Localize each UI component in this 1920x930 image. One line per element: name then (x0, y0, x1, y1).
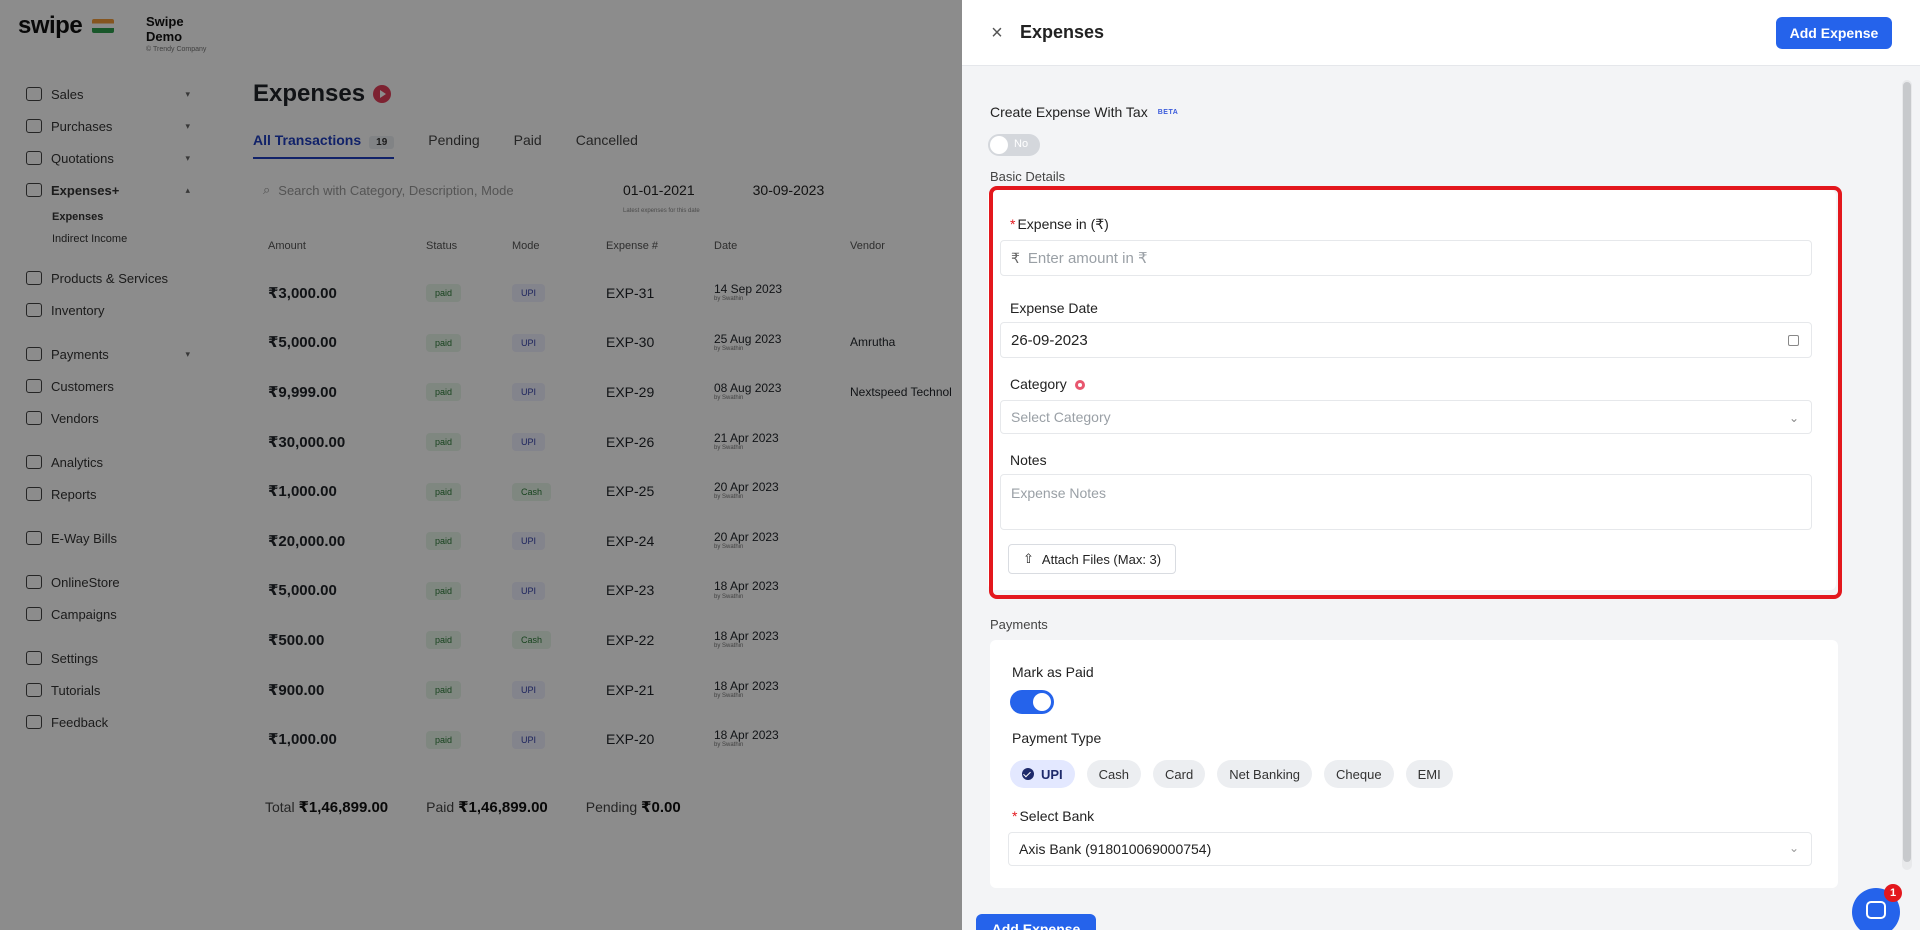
amount-placeholder: Enter amount in ₹ (1027, 250, 1148, 267)
expense-amount-input[interactable]: ₹ Enter amount in ₹ (1000, 240, 1812, 276)
payment-type-emi[interactable]: EMI (1405, 760, 1453, 788)
notes-textarea[interactable]: Expense Notes (1000, 474, 1812, 530)
bank-value: Axis Bank (918010069000754) (1019, 841, 1212, 857)
bank-select[interactable]: Axis Bank (918010069000754) ⌄ (1008, 832, 1812, 866)
footer-add-expense-button[interactable]: Add Expense (976, 914, 1096, 930)
payment-type-net-banking[interactable]: Net Banking (1217, 760, 1313, 788)
add-expense-drawer: × Expenses Add Expense Create Expense Wi… (962, 0, 1920, 930)
notification-badge: 1 (1884, 884, 1902, 902)
toggle-knob (1033, 693, 1051, 711)
rupee-icon: ₹ (1011, 249, 1020, 266)
chat-icon (1866, 901, 1886, 919)
chevron-down-icon: ⌄ (1788, 841, 1799, 855)
attach-files-button[interactable]: ⇧ Attach Files (Max: 3) (1008, 544, 1177, 574)
attach-files-label: Attach Files (Max: 3) (1041, 551, 1162, 567)
select-bank-label: * Select Bank (1012, 808, 1095, 824)
category-label: Category (1010, 376, 1085, 392)
scrollbar[interactable] (1902, 80, 1912, 870)
category-select[interactable]: Select Category ⌄ (1000, 400, 1812, 434)
payment-type-cash[interactable]: Cash (1086, 760, 1142, 788)
drawer-header: × Expenses Add Expense (962, 0, 1920, 66)
basic-details-heading: Basic Details (990, 169, 1066, 184)
payments-heading: Payments (990, 617, 1048, 632)
category-info-icon[interactable] (1074, 380, 1085, 391)
drawer-title: Expenses (1020, 22, 1105, 42)
tax-label: Create Expense With Tax (990, 104, 1148, 120)
expense-amount-label: * Expense in (₹) (1010, 216, 1109, 232)
payment-type-options: UPI Cash Card Net Banking Cheque EMI (1010, 760, 1453, 788)
notes-label: Notes (1010, 452, 1047, 468)
add-expense-button[interactable]: Add Expense (1776, 17, 1892, 49)
expense-date-label: Expense Date (1010, 300, 1098, 316)
tax-toggle[interactable]: No (988, 134, 1040, 156)
toggle-knob (990, 136, 1008, 154)
scrollbar-thumb[interactable] (1903, 82, 1911, 862)
mark-paid-toggle[interactable] (1010, 690, 1054, 714)
calendar-icon (1788, 335, 1799, 346)
expense-date-value: 26-09-2023 (1011, 331, 1088, 349)
beta-badge: BETA (1157, 108, 1179, 116)
expense-date-input[interactable]: 26-09-2023 (1000, 322, 1812, 358)
payment-type-card[interactable]: Card (1153, 760, 1206, 788)
category-placeholder: Select Category (1011, 409, 1111, 425)
payment-type-upi[interactable]: UPI (1010, 760, 1075, 788)
payment-type-label: Payment Type (1012, 730, 1102, 746)
mark-paid-label: Mark as Paid (1012, 664, 1094, 680)
payment-type-cheque[interactable]: Cheque (1324, 760, 1394, 788)
tax-option: Create Expense With Tax BETA (990, 104, 1178, 120)
chevron-down-icon: ⌄ (1788, 411, 1799, 425)
check-icon (1022, 768, 1034, 780)
upload-icon: ⇧ (1023, 551, 1034, 566)
close-icon[interactable]: × (986, 22, 1008, 44)
toggle-text: No (1014, 138, 1029, 150)
modal-backdrop[interactable] (0, 0, 962, 930)
chat-widget[interactable]: 1 (1852, 884, 1902, 930)
